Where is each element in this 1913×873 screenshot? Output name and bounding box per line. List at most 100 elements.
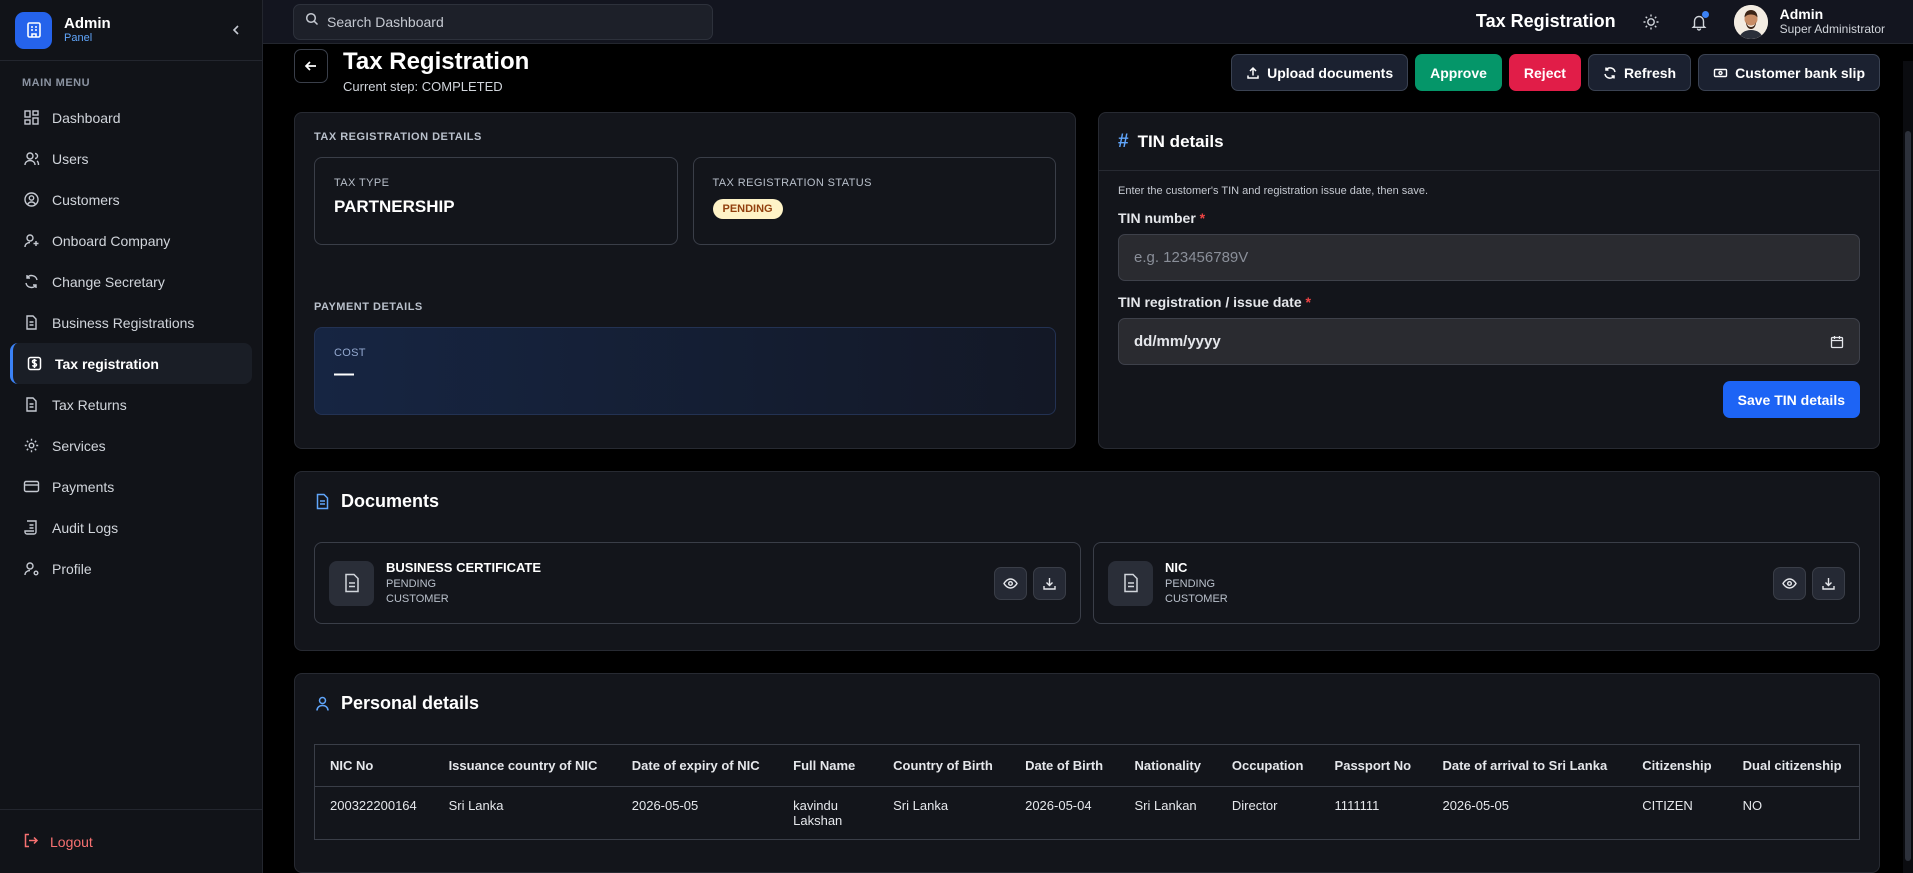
download-icon <box>1822 577 1835 590</box>
document-status: PENDING <box>386 577 437 590</box>
table-cell: Sri Lanka <box>448 798 504 813</box>
status-badge: PENDING <box>712 199 783 219</box>
column-header: Citizenship <box>1627 744 1728 787</box>
download-button[interactable] <box>1812 566 1845 600</box>
sidebar-item-business-registrations[interactable]: Business Registrations <box>10 302 252 343</box>
customer-bank-slip-button[interactable]: Customer bank slip <box>1698 54 1880 92</box>
sidebar-item-change-secretary[interactable]: Change Secretary <box>10 261 252 302</box>
sidebar-item-services[interactable]: Services <box>10 425 252 466</box>
tin-date-placeholder: dd/mm/yyyy <box>1134 333 1221 350</box>
table-cell: kavindu Lakshan <box>793 798 843 828</box>
cost-value: — <box>334 363 354 385</box>
sidebar-item-label: Services <box>52 437 106 454</box>
column-header: Passport No <box>1319 744 1428 787</box>
document-owner: CUSTOMER <box>386 592 449 605</box>
reject-button[interactable]: Reject <box>1508 54 1581 92</box>
section-heading: TAX REGISTRATION DETAILS <box>314 131 482 143</box>
table-cell: Sri Lankan <box>1134 798 1197 813</box>
back-button[interactable] <box>294 49 328 84</box>
page-step: Current step: COMPLETED <box>343 79 503 94</box>
sidebar-item-label: Customers <box>52 191 120 208</box>
tin-number-label: TIN number * <box>1118 210 1206 226</box>
payment-heading: PAYMENT DETAILS <box>314 301 423 313</box>
sidebar-item-profile[interactable]: Profile <box>10 548 252 589</box>
logout-icon <box>22 832 39 852</box>
sidebar-item-label: Onboard Company <box>52 232 171 249</box>
view-button[interactable] <box>1773 566 1806 600</box>
bell-icon[interactable] <box>1686 9 1712 35</box>
sidebar-item-tax-registration[interactable]: Tax registration <box>10 343 252 384</box>
tin-number-field[interactable]: e.g. 123456789V <box>1118 234 1860 281</box>
dollar-icon <box>25 354 44 373</box>
document-icon <box>316 493 329 509</box>
download-button[interactable] <box>1033 566 1066 600</box>
table-cell: NO <box>1742 798 1763 813</box>
sidebar-item-label: Audit Logs <box>52 519 119 536</box>
view-button[interactable] <box>994 566 1027 600</box>
cost-label: COST <box>334 347 366 359</box>
document-item: BUSINESS CERTIFICATE PENDING CUSTOMER <box>314 542 1081 624</box>
sidebar-nav: Dashboard Users Customers Onboard Compan… <box>0 97 262 589</box>
sidebar-item-tax-returns[interactable]: Tax Returns <box>10 384 252 425</box>
column-header: Issuance country of NIC <box>433 744 617 787</box>
calendar-icon[interactable] <box>1830 335 1844 349</box>
sidebar-item-label: Payments <box>52 478 115 495</box>
sidebar-item-dashboard[interactable]: Dashboard <box>10 97 252 138</box>
user-icon <box>22 149 41 168</box>
tax-registration-details-card: TAX REGISTRATION DETAILS TAX TYPE PARTNE… <box>294 112 1076 449</box>
sidebar-item-customers[interactable]: Customers <box>10 179 252 220</box>
tin-title: TIN details <box>1137 131 1224 151</box>
refresh-icon <box>1604 66 1616 79</box>
page-title: Tax Registration <box>343 48 530 76</box>
sidebar-item-onboard-company[interactable]: Onboard Company <box>10 220 252 261</box>
dashboard-icon <box>22 108 41 127</box>
arrow-left-icon <box>304 61 316 71</box>
top-row: TAX REGISTRATION DETAILS TAX TYPE PARTNE… <box>294 112 1880 449</box>
download-icon <box>1043 577 1056 590</box>
search-box[interactable] <box>293 3 713 40</box>
refresh-label: Refresh <box>1623 64 1677 81</box>
notification-dot <box>1701 10 1709 18</box>
column-header: Date of expiry of NIC <box>616 744 779 787</box>
refresh-button[interactable]: Refresh <box>1587 54 1692 92</box>
documents-title: Documents <box>341 490 440 511</box>
document-status: PENDING <box>1165 577 1216 590</box>
card-icon <box>22 477 41 496</box>
user-gear-icon <box>22 559 41 578</box>
scrollbar[interactable] <box>1903 61 1913 873</box>
search-input[interactable] <box>327 13 687 30</box>
column-header: Nationality <box>1119 744 1217 787</box>
documents-card: Documents BUSINESS CERTIFICATE PENDING C… <box>294 471 1880 651</box>
document-icon <box>22 313 41 332</box>
sun-icon[interactable] <box>1638 9 1664 35</box>
tin-date-label: TIN registration / issue date * <box>1118 294 1311 310</box>
column-header: Country of Birth <box>878 744 1011 787</box>
avatar[interactable] <box>1733 4 1768 39</box>
table-header-row: NIC No Issuance country of NIC Date of e… <box>314 744 1860 787</box>
chevron-left-icon[interactable] <box>225 19 247 41</box>
document-name: NIC <box>1165 560 1188 576</box>
sidebar-item-users[interactable]: Users <box>10 138 252 179</box>
document-name: BUSINESS CERTIFICATE <box>386 560 542 576</box>
logout-button[interactable]: Logout <box>0 809 262 873</box>
sidebar-item-payments[interactable]: Payments <box>10 466 252 507</box>
logout-label: Logout <box>50 833 93 850</box>
bank-slip-label: Customer bank slip <box>1735 64 1865 81</box>
sidebar-item-label: Users <box>52 150 89 167</box>
tin-number-placeholder: e.g. 123456789V <box>1134 249 1249 266</box>
sidebar-item-label: Profile <box>52 560 92 577</box>
tax-type-value: PARTNERSHIP <box>334 197 455 216</box>
upload-documents-button[interactable]: Upload documents <box>1231 54 1409 92</box>
table-cell: CITIZEN <box>1642 798 1693 813</box>
approve-button[interactable]: Approve <box>1415 54 1502 92</box>
sidebar-item-label: Dashboard <box>52 109 121 126</box>
tax-status-label: TAX REGISTRATION STATUS <box>712 177 872 189</box>
sidebar-item-audit-logs[interactable]: Audit Logs <box>10 507 252 548</box>
scrollbar-thumb[interactable] <box>1905 131 1911 861</box>
tin-date-field[interactable]: dd/mm/yyyy <box>1118 318 1860 365</box>
user-plus-icon <box>22 231 41 250</box>
user-role: Super Administrator <box>1779 22 1885 37</box>
sidebar-item-label: Tax Returns <box>52 396 127 413</box>
save-tin-button[interactable]: Save TIN details <box>1722 381 1860 418</box>
brand-subtitle: Panel <box>64 32 93 45</box>
